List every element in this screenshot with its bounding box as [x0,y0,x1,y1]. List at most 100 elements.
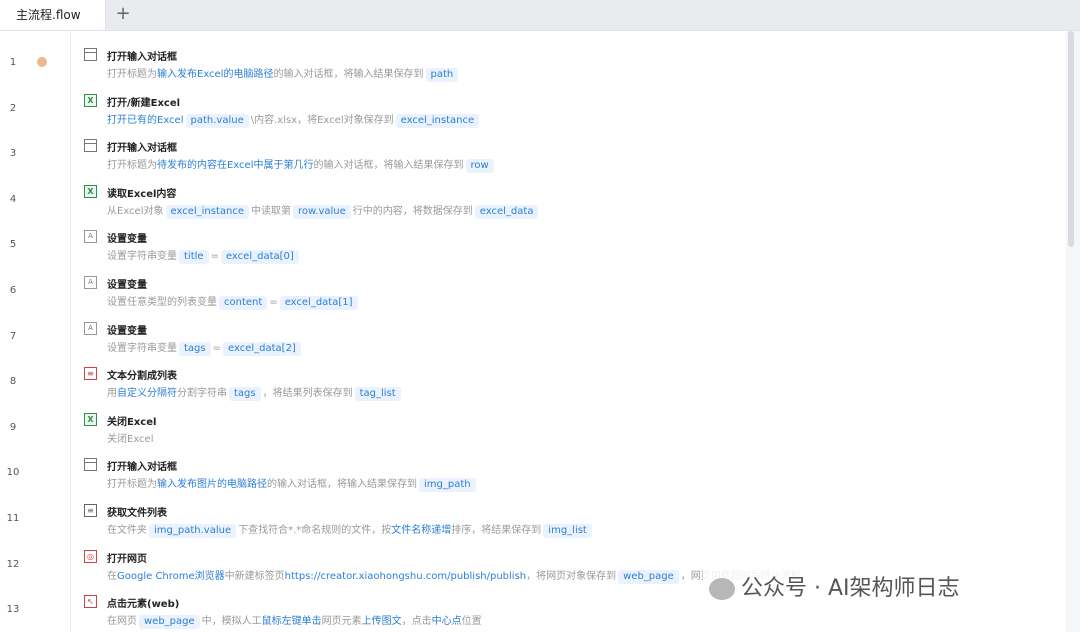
desc-text: ，点击 [401,616,432,628]
desc-text: 网页元素 [321,616,362,628]
tab-main-flow[interactable]: 主流程.flow [0,0,106,30]
desc-text: 位置 [461,616,482,628]
step-description: 设置字符串变量 title = excel_data[0] [107,247,301,265]
web-page-icon: ◎ [84,549,97,563]
step-title: 文本分割成列表 [107,371,177,383]
variable-icon: A [84,321,97,335]
highlight-text: 打开已有的Excel [107,114,184,126]
dialog-icon [84,458,97,472]
desc-text: 打开标题为 [107,69,157,80]
highlight-text: 自定义分隔符 [117,388,177,400]
desc-text: 从Excel对象 [107,205,164,217]
watermark-text: 公众号 · AI架构师日志 [741,576,960,601]
step-description: 关闭Excel [107,430,154,445]
step-title: 打开输入对话框 [107,52,177,63]
line-number: 6 [9,285,17,296]
highlight-text: 输入发布Excel的电脑路径 [157,69,274,80]
step-title: 点击元素(web) [107,599,180,611]
step-description: 在网页 web_page 中，模拟人工鼠标左键单击网页元素上传图文，点击中心点位置 [107,612,482,630]
desc-text: \内容.xlsx，将Excel对象保存到 [250,114,394,126]
line-number: 4 [9,193,17,205]
line-number: 12 [6,558,20,570]
flow-step[interactable]: 11 ≡ 获取文件列表 在文件夹 img_path.value 下查找符合*.*命名规则的… [0,491,1066,538]
step-description: 打开已有的Excel path.value \内容.xlsx，将Excel对象保存到… [107,111,481,128]
desc-text: 中读取第 [251,205,292,217]
flow-step[interactable]: 2 X 打开/新建Excel 打开已有的Excel path.value \内容.xlsx… [0,81,1066,128]
desc-text: 在网页 [107,616,137,628]
desc-text: 设置任意类型的列表变量 [107,297,217,308]
add-tab-button[interactable]: + [114,4,132,24]
flow-step[interactable]: 5 A 设置变量 设置字符串变量 title = excel_data[0] [0,217,1066,265]
flow-step[interactable]: 4 X 读取Excel内容从Excel对象 excel_instance 中读取第 row… [0,172,1066,219]
step-description: 在Google Chrome浏览器中新建标签页https://creator.x… [107,567,801,584]
line-number: 9 [9,421,17,433]
line-number: 3 [9,148,17,160]
step-description: 打开标题为输入发布Excel的电脑路径的输入对话框，将输入结果保存到 path [107,65,460,82]
click-element-icon: ↖ [84,595,97,609]
desc-text: 的输入对话框，将输入结果保存到 [313,160,464,172]
desc-text: 行中的内容，将数据保存到 [352,205,473,217]
wechat-icon [709,578,735,600]
step-title: 设置变量 [107,280,147,291]
flow-step[interactable]: 1 打开输入对话框打开标题为输入发布Excel的电脑路径的输入对话框，将输入结果保… [0,35,1066,82]
line-number: 2 [9,102,17,114]
highlight-text: 待发布的内容在Excel中属于第几行 [157,160,314,172]
highlight-text: 中心点 [431,616,462,628]
vertical-scrollbar[interactable] [1068,31,1074,247]
step-title: 设置变量 [107,234,147,246]
breakpoint-icon[interactable] [37,57,47,67]
step-description: 打开标题为待发布的内容在Excel中属于第几行的输入对话框，将输入结果保存到 ro… [107,156,496,174]
desc-text: 的输入对话框，将输入结果保存到 [267,479,417,491]
variable-chip: web_page [139,615,200,630]
variable-icon: A [84,276,97,289]
highlight-text: 输入发布图片的电脑路径 [157,479,267,491]
line-number: 13 [6,604,20,616]
line-number: 5 [9,239,17,251]
flow-step[interactable]: 3 打开输入对话框 打开标题为待发布的内容在Excel中属于第几行的输入对话框，将输… [0,126,1066,174]
step-description: 用自定义分隔符分割字符串 tags ，将结果列表保存到 tag_list [107,384,403,402]
flow-editor: 1 打开输入对话框 打开标题为输入发布Excel的电脑路径的输入对话框，将输入结果保… [0,31,1066,632]
highlight-text: https://creator.xiaohongshu.com/publish/… [284,570,527,582]
line-number: 10 [6,467,20,479]
variable-icon: A [84,230,97,244]
highlight-text: 文件名称递增 [391,525,452,536]
flow-step[interactable]: 6 A 设置变量 设置任意类型的列表变量 content = excel_data[1] [0,263,1066,310]
excel-close-icon: X [84,412,97,426]
step-title: 读取Excel内容 [107,188,177,200]
desc-text: 在文件夹 [107,525,147,536]
flow-step[interactable]: 9 X 关闭Excel 关闭Excel [0,400,1066,446]
line-number: 1 [9,57,17,68]
step-description: 从Excel对象 excel_instance 中读取第 row.value 行中的内容… [107,202,540,219]
desc-text: 用 [107,388,117,400]
line-number: 7 [9,330,17,342]
split-icon: ≡ [84,367,97,381]
desc-text: 中，模拟人工 [201,616,262,628]
excel-icon: X [84,184,97,198]
step-description: 设置字符串变量 tags = excel_data[2] [107,339,303,356]
dialog-icon [84,139,97,153]
desc-text: ，将网页对象保存到 [526,570,617,582]
watermark: 公众号 · AI架构师日志 [703,570,966,604]
flow-step[interactable]: 7 A 设置变量 设置字符串变量 tags = excel_data[2] [0,309,1066,356]
desc-text: = [269,297,278,308]
line-number: 11 [6,513,20,524]
desc-text: 打开标题为 [107,160,157,172]
highlight-text: 鼠标左键单击 [261,616,322,628]
flow-step[interactable]: 8 ≡ 文本分割成列表 用自定义分隔符分割字符串 tags ，将结果列表保存到 tag_li… [0,354,1066,402]
highlight-text: Google Chrome浏览器 [117,570,225,582]
file-list-icon: ≡ [84,504,97,517]
highlight-text: 上传图文 [361,616,402,628]
desc-text: 在 [107,570,117,582]
tab-bar: 主流程.flow + [0,0,1080,31]
desc-text: ，将结果列表保存到 [262,388,353,400]
step-description: 在文件夹 img_path.value 下查找符合*.*命名规则的文件，按文件名称递… [107,521,594,538]
flow-step[interactable]: 10 打开输入对话框 打开标题为输入发布图片的电脑路径的输入对话框，将输入结果保存到… [0,445,1066,493]
step-title: 打开输入对话框 [107,143,177,155]
desc-text: 中新建标签页 [224,570,285,582]
step-title: 打开网页 [107,553,147,565]
desc-text: 下查找符合*.*命名规则的文件，按 [238,525,392,536]
line-number: 8 [9,376,17,388]
desc-text: 设置字符串变量 [107,342,177,354]
desc-text: 分割字符串 [177,388,227,400]
step-description: 打开标题为输入发布图片的电脑路径的输入对话框，将输入结果保存到 img_path [107,475,478,493]
